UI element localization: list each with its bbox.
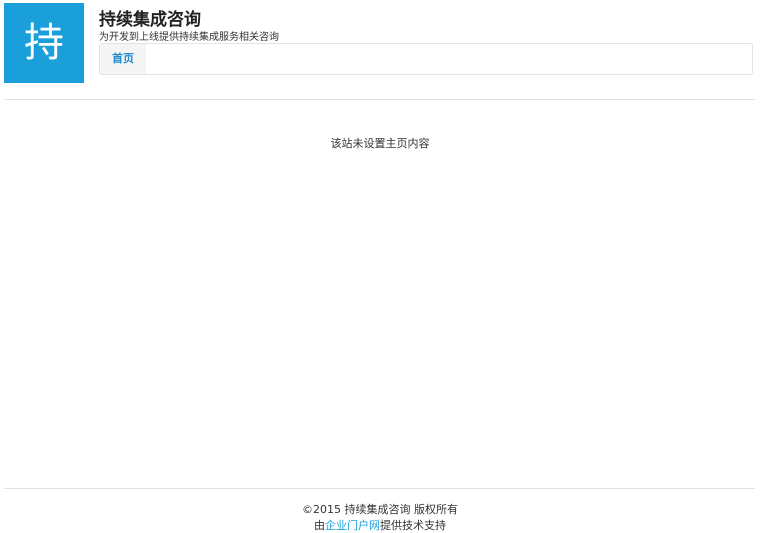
header-divider bbox=[4, 99, 755, 100]
footer-copyright: ©2015 持续集成咨询 版权所有 bbox=[302, 503, 458, 516]
site-logo[interactable]: 持 bbox=[4, 3, 84, 83]
support-prefix: 由 bbox=[314, 519, 325, 532]
footer-divider bbox=[4, 488, 755, 489]
support-provider-link[interactable]: 企业门户网 bbox=[325, 519, 380, 532]
nav-item-home[interactable]: 首页 bbox=[100, 44, 146, 74]
site-title: 持续集成咨询 bbox=[99, 10, 201, 30]
empty-homepage-message: 该站未设置主页内容 bbox=[330, 137, 430, 150]
footer-support: 由企业门户网提供技术支持 bbox=[0, 517, 760, 533]
support-suffix: 提供技术支持 bbox=[380, 519, 446, 532]
site-tagline: 为开发到上线提供持续集成服务相关咨询 bbox=[99, 32, 279, 43]
main-navbar: 首页 bbox=[99, 43, 753, 75]
